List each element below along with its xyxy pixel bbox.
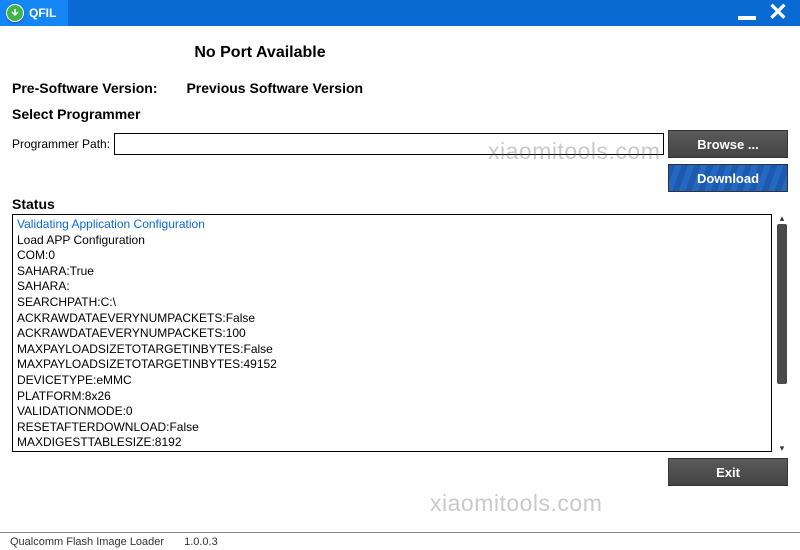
status-line: SAHARA:True [17, 264, 767, 280]
programmer-path-row: Programmer Path: Browse ... [12, 130, 788, 158]
statusbar: Qualcomm Flash Image Loader 1.0.0.3 [0, 532, 800, 550]
scroll-down-icon[interactable]: ▾ [778, 444, 786, 452]
browse-button[interactable]: Browse ... [668, 130, 788, 158]
app-icon-box: QFIL [0, 0, 68, 26]
main-content: No Port Available Pre-Software Version: … [0, 26, 800, 532]
statusbar-product: Qualcomm Flash Image Loader [10, 536, 164, 548]
scroll-up-icon[interactable]: ▴ [778, 214, 786, 222]
download-button[interactable]: Download [668, 164, 788, 192]
status-label: Status [12, 196, 788, 212]
exit-button[interactable]: Exit [668, 458, 788, 486]
programmer-path-input[interactable] [114, 133, 664, 155]
status-textbox[interactable]: Validating Application ConfigurationLoad… [12, 214, 772, 452]
select-programmer-label: Select Programmer [12, 106, 788, 122]
port-status: No Port Available [0, 44, 788, 62]
status-line: SWITCHTOFIREHOSETIMEOUT:30 [17, 451, 767, 452]
app-title: QFIL [29, 6, 56, 20]
status-line: DEVICETYPE:eMMC [17, 373, 767, 389]
status-line: COM:0 [17, 248, 767, 264]
statusbar-version: 1.0.0.3 [184, 536, 218, 548]
exit-row: Exit [12, 458, 788, 486]
programmer-path-label: Programmer Path: [12, 137, 110, 151]
scroll-thumb[interactable] [777, 224, 787, 384]
status-line: SAHARA: [17, 279, 767, 295]
status-line: Validating Application Configuration [17, 217, 767, 233]
status-line: ACKRAWDATAEVERYNUMPACKETS:100 [17, 326, 767, 342]
status-line: PLATFORM:8x26 [17, 389, 767, 405]
scrollbar[interactable]: ▴ ▾ [776, 214, 788, 452]
status-line: SEARCHPATH:C:\ [17, 295, 767, 311]
status-line: MAXPAYLOADSIZETOTARGETINBYTES:False [17, 342, 767, 358]
version-row: Pre-Software Version: Previous Software … [12, 80, 788, 98]
pre-version-value: Previous Software Version [186, 80, 363, 96]
status-container: Validating Application ConfigurationLoad… [12, 214, 788, 452]
status-line: MAXDIGESTTABLESIZE:8192 [17, 435, 767, 451]
app-icon [6, 4, 24, 22]
titlebar-controls: ✕ [738, 1, 800, 25]
titlebar-left: QFIL [0, 0, 68, 26]
titlebar: QFIL ✕ [0, 0, 800, 26]
status-line: Load APP Configuration [17, 233, 767, 249]
pre-version-label: Pre-Software Version: [12, 80, 182, 96]
status-line: ACKRAWDATAEVERYNUMPACKETS:False [17, 311, 767, 327]
status-line: RESETAFTERDOWNLOAD:False [17, 420, 767, 436]
download-row: Download [12, 164, 788, 192]
status-line: VALIDATIONMODE:0 [17, 404, 767, 420]
status-line: MAXPAYLOADSIZETOTARGETINBYTES:49152 [17, 357, 767, 373]
close-button[interactable]: ✕ [768, 1, 788, 25]
minimize-button[interactable] [738, 16, 756, 20]
